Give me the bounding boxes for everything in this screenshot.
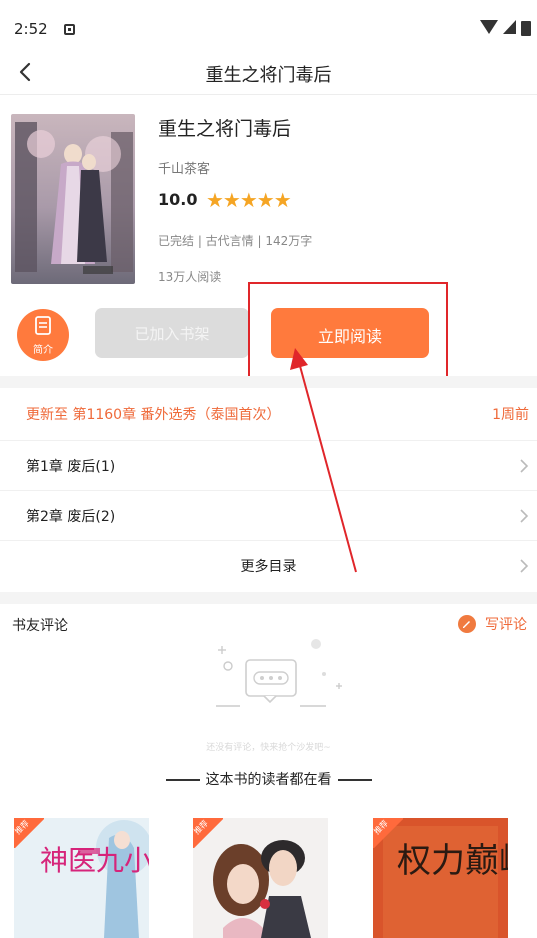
- recommend-badge: 推荐: [373, 818, 403, 848]
- also-reading-title: 这本书的读者都在看: [205, 772, 332, 788]
- empty-comments-icon: [216, 639, 342, 707]
- recommended-book-cover[interactable]: 权力巅峰 推荐: [373, 818, 508, 938]
- recommend-badge: 推荐: [193, 818, 223, 848]
- recommend-badge: 推荐: [14, 818, 44, 848]
- annotation-arrow: [290, 348, 357, 573]
- recommended-book-cover[interactable]: 神医九小姐 推荐: [14, 818, 149, 938]
- also-reading-heading: 这本书的读者都在看: [0, 769, 537, 789]
- write-comment-label: 写评论: [485, 617, 527, 633]
- cover-title-text: 权力巅峰: [397, 841, 508, 881]
- comments-title: 书友评论: [12, 618, 68, 634]
- empty-comments-text: 还没有评论，快来抢个沙发吧~: [206, 743, 331, 753]
- recommended-book-cover[interactable]: 推荐: [193, 818, 328, 938]
- pencil-icon: [458, 615, 476, 633]
